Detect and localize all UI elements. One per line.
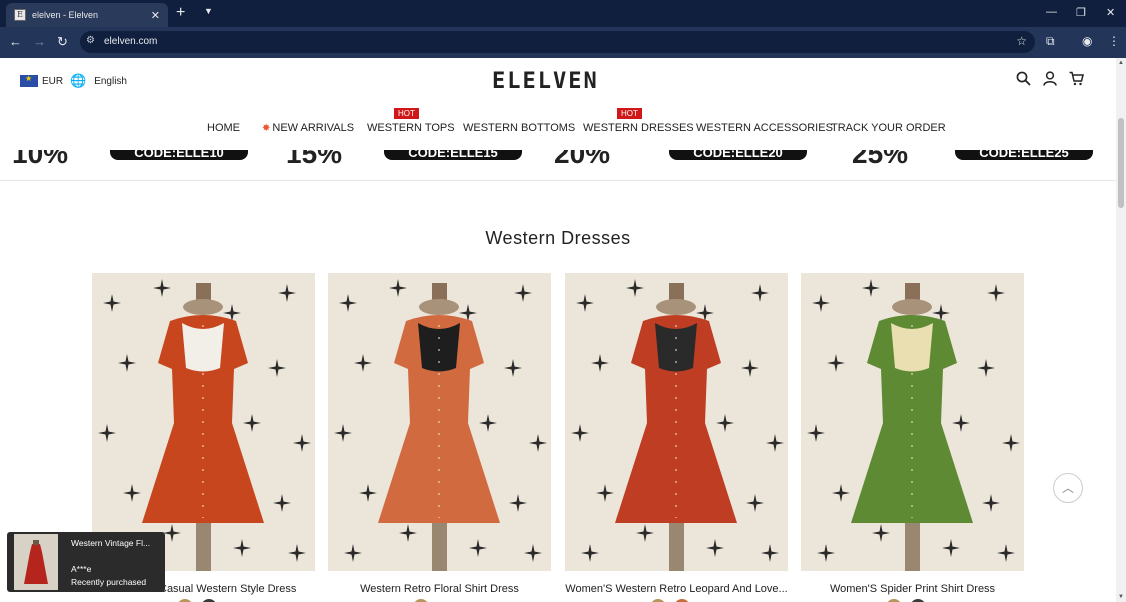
tab-bar: E elelven - Elelven ✕ + ▼ — ❐ ✕ bbox=[0, 0, 1126, 27]
scroll-down-icon[interactable]: ▼ bbox=[1118, 594, 1124, 600]
profile-icon[interactable]: ◉ bbox=[1082, 34, 1092, 48]
tab-search-chevron-icon[interactable]: ▼ bbox=[204, 6, 213, 16]
notification-product-image bbox=[14, 534, 58, 590]
reload-icon[interactable]: ↻ bbox=[57, 34, 68, 50]
address-bar[interactable]: ⚙ elelven.com ☆ bbox=[80, 31, 1035, 53]
promo-code: CODE:ELLE25 bbox=[955, 150, 1093, 160]
promo-code: CODE:ELLE15 bbox=[384, 150, 522, 160]
notification-status: Recently purchased bbox=[71, 577, 147, 587]
nav-western-bottoms[interactable]: WESTERN BOTTOMS bbox=[463, 122, 575, 134]
window-close-icon[interactable]: ✕ bbox=[1106, 6, 1115, 19]
product-card[interactable]: Women'S Western Retro Leopard And Love..… bbox=[565, 273, 788, 602]
product-card[interactable]: Women'S Spider Print Shirt Dress bbox=[801, 273, 1024, 602]
nav-western-dresses[interactable]: HOT WESTERN DRESSES bbox=[583, 108, 694, 134]
site-logo[interactable]: ELELVEN bbox=[492, 69, 599, 94]
hot-badge: HOT bbox=[617, 108, 642, 119]
scrollbar-thumb[interactable] bbox=[1118, 118, 1124, 208]
currency-label: EUR bbox=[42, 75, 64, 87]
nav-western-dresses-label: WESTERN DRESSES bbox=[583, 122, 694, 134]
promo-code: CODE:ELLE20 bbox=[669, 150, 807, 160]
back-to-top-button[interactable]: ︿ bbox=[1053, 473, 1083, 503]
hot-badge: HOT bbox=[394, 108, 419, 119]
scroll-up-icon[interactable]: ▲ bbox=[1118, 60, 1124, 66]
url-text: elelven.com bbox=[104, 36, 158, 47]
nav-new-arrivals[interactable]: ✸ NEW ARRIVALS bbox=[262, 122, 354, 134]
promo-percent: 15% bbox=[286, 150, 342, 164]
cart-icon[interactable] bbox=[1069, 71, 1084, 90]
promo-percent: 25% bbox=[852, 150, 908, 164]
main-nav: HOME ✸ NEW ARRIVALS HOT WESTERN TOPS WESTE… bbox=[0, 108, 1116, 142]
product-card[interactable]: Western Retro Floral Shirt Dress bbox=[328, 273, 551, 602]
eu-flag-icon bbox=[20, 74, 38, 87]
notification-buyer: A***e bbox=[71, 564, 92, 574]
forward-icon[interactable]: → bbox=[33, 34, 46, 49]
product-image[interactable] bbox=[801, 273, 1024, 571]
product-name[interactable]: Women'S Spider Print Shirt Dress bbox=[801, 583, 1024, 595]
account-icon[interactable] bbox=[1043, 71, 1057, 90]
product-image[interactable] bbox=[92, 273, 315, 571]
product-name[interactable]: Women'S Western Retro Leopard And Love..… bbox=[565, 583, 788, 595]
search-icon[interactable] bbox=[1016, 71, 1031, 90]
nav-home[interactable]: HOME bbox=[207, 122, 240, 134]
nav-new-arrivals-label: NEW ARRIVALS bbox=[272, 122, 355, 134]
sparkle-icon: ✸ bbox=[262, 123, 271, 134]
language-selector[interactable]: 🌐 English bbox=[70, 73, 127, 89]
site-info-icon[interactable]: ⚙ bbox=[86, 35, 95, 46]
nav-western-accessories[interactable]: WESTERN ACCESSORIES bbox=[696, 122, 833, 134]
nav-track-order[interactable]: TRACK YOUR ORDER bbox=[831, 122, 946, 134]
currency-selector[interactable]: EUR bbox=[20, 74, 64, 87]
minimize-icon[interactable]: — bbox=[1046, 6, 1057, 18]
promo-percent: 10% bbox=[12, 150, 68, 164]
page-scrollbar[interactable]: ▲ ▼ bbox=[1116, 58, 1126, 602]
tab-close-icon[interactable]: ✕ bbox=[151, 9, 160, 22]
language-label: English bbox=[94, 75, 127, 87]
nav-western-tops-label: WESTERN TOPS bbox=[367, 122, 455, 134]
header-divider bbox=[0, 180, 1116, 181]
menu-kebab-icon[interactable]: ⋮ bbox=[1108, 34, 1120, 48]
globe-icon: 🌐 bbox=[70, 73, 87, 88]
purchase-notification[interactable]: Western Vintage Fl... A***e Recently pur… bbox=[7, 532, 165, 592]
promo-code: CODE:ELLE10 bbox=[110, 150, 248, 160]
nav-western-tops[interactable]: HOT WESTERN TOPS bbox=[367, 108, 455, 134]
back-icon[interactable]: ← bbox=[9, 34, 22, 49]
new-tab-icon[interactable]: + bbox=[176, 5, 185, 21]
promo-percent: 20% bbox=[554, 150, 610, 164]
bookmark-star-icon[interactable]: ☆ bbox=[1016, 34, 1027, 48]
extensions-icon[interactable]: ⧉ bbox=[1046, 34, 1055, 49]
browser-tab[interactable]: E elelven - Elelven ✕ bbox=[6, 3, 168, 27]
product-name[interactable]: Western Retro Floral Shirt Dress bbox=[328, 583, 551, 595]
notification-product-name: Western Vintage Fl... bbox=[71, 538, 151, 548]
web-page: EUR 🌐 English ELELVEN HOME ✸NEW ARRIVALS… bbox=[0, 58, 1116, 602]
favicon-icon: E bbox=[14, 9, 26, 21]
section-title: Western Dresses bbox=[485, 228, 631, 248]
restore-icon[interactable]: ❐ bbox=[1076, 6, 1086, 19]
promo-banner[interactable]: 10% CODE:ELLE10 15% CODE:ELLE15 20% CODE… bbox=[0, 150, 1116, 164]
product-image[interactable] bbox=[565, 273, 788, 571]
product-card[interactable]: Women's Casual Western Style Dress bbox=[92, 273, 315, 602]
tab-title: elelven - Elelven bbox=[32, 10, 99, 20]
product-image[interactable] bbox=[328, 273, 551, 571]
